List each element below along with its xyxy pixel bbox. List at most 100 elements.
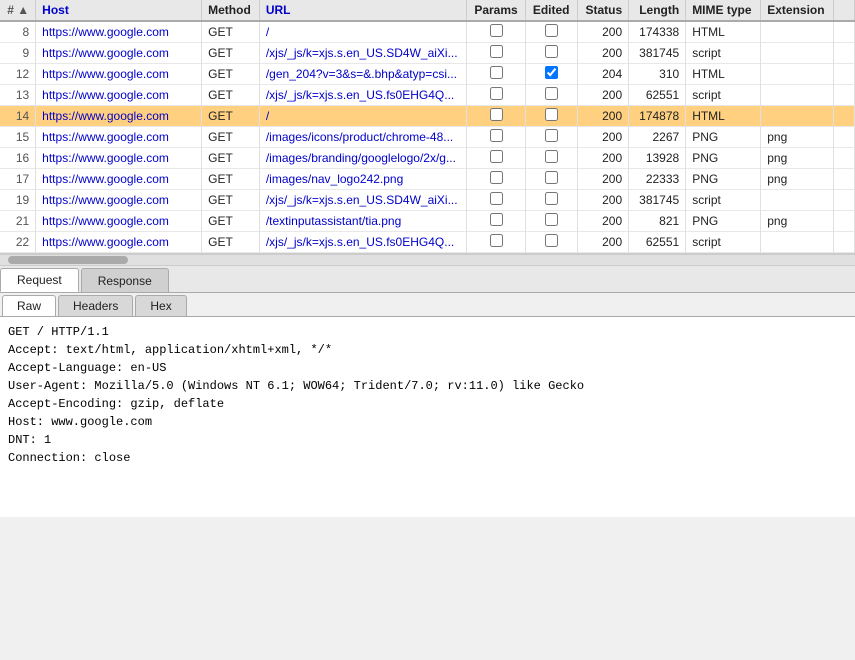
- cell-num: 16: [0, 148, 36, 169]
- cell-params[interactable]: [467, 148, 525, 169]
- cell-status: 200: [577, 127, 629, 148]
- table-row[interactable]: 9https://www.google.comGET/xjs/_js/k=xjs…: [0, 43, 855, 64]
- checkbox-edited[interactable]: [545, 192, 558, 205]
- col-header-host[interactable]: Host: [36, 0, 202, 21]
- cell-length: 381745: [629, 190, 686, 211]
- content-line: Connection: close: [8, 449, 847, 467]
- checkbox-edited[interactable]: [545, 87, 558, 100]
- sub-tab-headers[interactable]: Headers: [58, 295, 133, 316]
- cell-method: GET: [202, 85, 260, 106]
- table-row[interactable]: 17https://www.google.comGET/images/nav_l…: [0, 169, 855, 190]
- cell-length: 310: [629, 64, 686, 85]
- cell-edited[interactable]: [525, 148, 577, 169]
- sub-tab-raw[interactable]: Raw: [2, 295, 56, 316]
- checkbox-edited[interactable]: [545, 45, 558, 58]
- col-header-extra: [834, 0, 855, 21]
- cell-edited[interactable]: [525, 64, 577, 85]
- cell-params[interactable]: [467, 232, 525, 253]
- cell-method: GET: [202, 64, 260, 85]
- cell-extra: [834, 85, 855, 106]
- cell-edited[interactable]: [525, 43, 577, 64]
- cell-host: https://www.google.com: [36, 21, 202, 43]
- cell-edited[interactable]: [525, 190, 577, 211]
- checkbox-edited[interactable]: [545, 213, 558, 226]
- table-row[interactable]: 16https://www.google.comGET/images/brand…: [0, 148, 855, 169]
- cell-num: 12: [0, 64, 36, 85]
- cell-params[interactable]: [467, 211, 525, 232]
- cell-num: 14: [0, 106, 36, 127]
- cell-mime: HTML: [686, 106, 761, 127]
- cell-edited[interactable]: [525, 211, 577, 232]
- table-row[interactable]: 22https://www.google.comGET/xjs/_js/k=xj…: [0, 232, 855, 253]
- cell-edited[interactable]: [525, 169, 577, 190]
- table-row[interactable]: 21https://www.google.comGET/textinputass…: [0, 211, 855, 232]
- col-header-mime[interactable]: MIME type: [686, 0, 761, 21]
- checkbox-edited[interactable]: [545, 66, 558, 79]
- cell-url: /textinputassistant/tia.png: [259, 211, 466, 232]
- checkbox-edited[interactable]: [545, 234, 558, 247]
- cell-params[interactable]: [467, 85, 525, 106]
- content-line: Host: www.google.com: [8, 413, 847, 431]
- checkbox-params[interactable]: [490, 192, 503, 205]
- cell-edited[interactable]: [525, 232, 577, 253]
- cell-url: /images/icons/product/chrome-48...: [259, 127, 466, 148]
- cell-ext: [761, 232, 834, 253]
- cell-params[interactable]: [467, 21, 525, 43]
- cell-params[interactable]: [467, 169, 525, 190]
- checkbox-params[interactable]: [490, 87, 503, 100]
- checkbox-params[interactable]: [490, 66, 503, 79]
- col-header-num[interactable]: # ▲: [0, 0, 36, 21]
- scrollbar-thumb[interactable]: [8, 256, 128, 264]
- col-header-length[interactable]: Length: [629, 0, 686, 21]
- col-header-params[interactable]: Params: [467, 0, 525, 21]
- checkbox-edited[interactable]: [545, 171, 558, 184]
- col-header-method[interactable]: Method: [202, 0, 260, 21]
- table-row[interactable]: 14https://www.google.comGET/200174878HTM…: [0, 106, 855, 127]
- cell-params[interactable]: [467, 43, 525, 64]
- checkbox-edited[interactable]: [545, 108, 558, 121]
- checkbox-params[interactable]: [490, 45, 503, 58]
- checkbox-params[interactable]: [490, 129, 503, 142]
- col-header-edited[interactable]: Edited: [525, 0, 577, 21]
- table-row[interactable]: 19https://www.google.comGET/xjs/_js/k=xj…: [0, 190, 855, 211]
- cell-params[interactable]: [467, 64, 525, 85]
- table-row[interactable]: 8https://www.google.comGET/200174338HTML: [0, 21, 855, 43]
- col-header-extension[interactable]: Extension: [761, 0, 834, 21]
- sub-tab-hex[interactable]: Hex: [135, 295, 186, 316]
- tab-request[interactable]: Request: [0, 268, 79, 292]
- cell-method: GET: [202, 127, 260, 148]
- tab-response[interactable]: Response: [81, 268, 169, 292]
- cell-edited[interactable]: [525, 85, 577, 106]
- table-row[interactable]: 15https://www.google.comGET/images/icons…: [0, 127, 855, 148]
- checkbox-edited[interactable]: [545, 150, 558, 163]
- checkbox-params[interactable]: [490, 108, 503, 121]
- table-row[interactable]: 13https://www.google.comGET/xjs/_js/k=xj…: [0, 85, 855, 106]
- checkbox-params[interactable]: [490, 150, 503, 163]
- cell-ext: [761, 106, 834, 127]
- checkbox-params[interactable]: [490, 213, 503, 226]
- cell-host: https://www.google.com: [36, 232, 202, 253]
- horizontal-scrollbar[interactable]: [0, 254, 855, 266]
- cell-edited[interactable]: [525, 127, 577, 148]
- cell-params[interactable]: [467, 127, 525, 148]
- col-header-url[interactable]: URL: [259, 0, 466, 21]
- cell-url: /xjs/_js/k=xjs.s.en_US.SD4W_aiXi...: [259, 190, 466, 211]
- checkbox-edited[interactable]: [545, 129, 558, 142]
- table-row[interactable]: 12https://www.google.comGET/gen_204?v=3&…: [0, 64, 855, 85]
- checkbox-params[interactable]: [490, 234, 503, 247]
- request-table: # ▲ Host Method URL Params Edited Status…: [0, 0, 855, 253]
- cell-status: 204: [577, 64, 629, 85]
- cell-length: 174878: [629, 106, 686, 127]
- col-header-status[interactable]: Status: [577, 0, 629, 21]
- cell-edited[interactable]: [525, 21, 577, 43]
- cell-status: 200: [577, 211, 629, 232]
- cell-ext: [761, 43, 834, 64]
- cell-extra: [834, 43, 855, 64]
- cell-params[interactable]: [467, 106, 525, 127]
- checkbox-edited[interactable]: [545, 24, 558, 37]
- checkbox-params[interactable]: [490, 24, 503, 37]
- cell-params[interactable]: [467, 190, 525, 211]
- cell-ext: png: [761, 148, 834, 169]
- checkbox-params[interactable]: [490, 171, 503, 184]
- cell-edited[interactable]: [525, 106, 577, 127]
